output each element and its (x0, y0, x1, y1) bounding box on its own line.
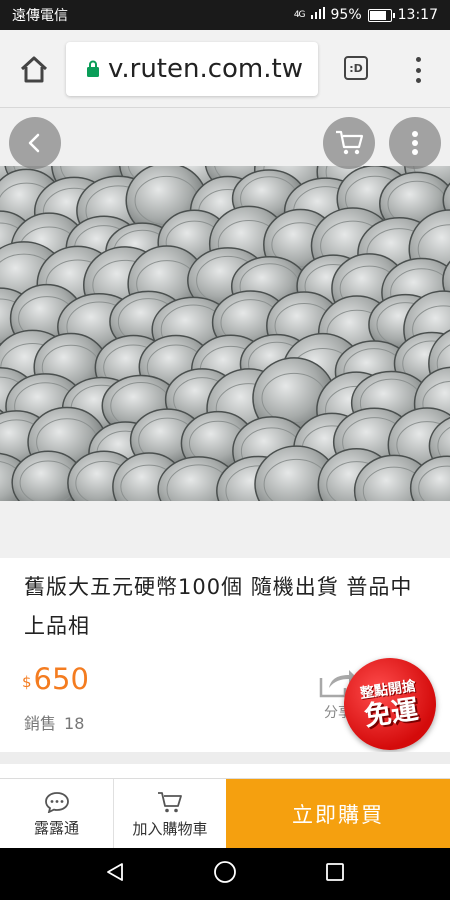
carrier-name: 遠傳電信 (12, 8, 68, 24)
chat-label: 露露通 (33, 818, 79, 837)
nav-home-icon[interactable] (213, 860, 237, 888)
battery-icon (367, 8, 395, 22)
back-arrow-icon[interactable] (9, 117, 61, 169)
url-text: v.ruten.com.tw (108, 54, 303, 84)
badge-title: 免運 (362, 694, 421, 733)
network-type: 4G (293, 10, 306, 20)
more-options-icon[interactable] (389, 117, 441, 169)
sales-label: 銷售 (24, 714, 57, 733)
add-cart-icon (158, 791, 182, 812)
lock-icon (87, 60, 99, 77)
price-value: 650 (33, 662, 89, 696)
status-icons: 4G 95% 13:17 (294, 7, 438, 23)
more-vert-icon[interactable] (408, 54, 428, 86)
status-bar: 遠傳電信 4G 95% 13:17 (0, 0, 450, 30)
signal-icon (310, 7, 325, 23)
buy-now-button[interactable]: 立即購買 (226, 779, 450, 849)
tab-switcher-button[interactable]: :D (344, 56, 368, 80)
product-photo (0, 166, 450, 501)
section-divider (0, 752, 450, 764)
system-nav-bar (0, 848, 450, 900)
home-icon[interactable] (18, 54, 50, 86)
add-to-cart-button[interactable]: 加入購物車 (113, 779, 226, 849)
sales-count: 18 (64, 714, 85, 733)
nav-back-icon[interactable] (104, 861, 126, 887)
chat-button[interactable]: 露露通 (0, 779, 113, 849)
battery-percent: 95% (330, 7, 362, 23)
currency-symbol: $ (22, 673, 32, 691)
cart-label: 加入購物車 (132, 819, 208, 838)
clock: 13:17 (397, 7, 438, 23)
address-bar[interactable]: v.ruten.com.tw (66, 42, 318, 96)
chat-bubble-icon (44, 791, 69, 813)
bottom-action-bar: 露露通 加入購物車 立即購買 (0, 778, 450, 849)
product-price: $650 (22, 662, 89, 696)
browser-toolbar: v.ruten.com.tw :D (0, 30, 450, 108)
product-title: 舊版大五元硬幣100個 隨機出貨 普品中上品相 (24, 575, 413, 638)
product-image-area[interactable] (0, 108, 450, 558)
cart-icon[interactable] (323, 117, 375, 169)
nav-recents-icon[interactable] (324, 861, 346, 887)
sales-info: 銷售 18 (24, 710, 84, 734)
